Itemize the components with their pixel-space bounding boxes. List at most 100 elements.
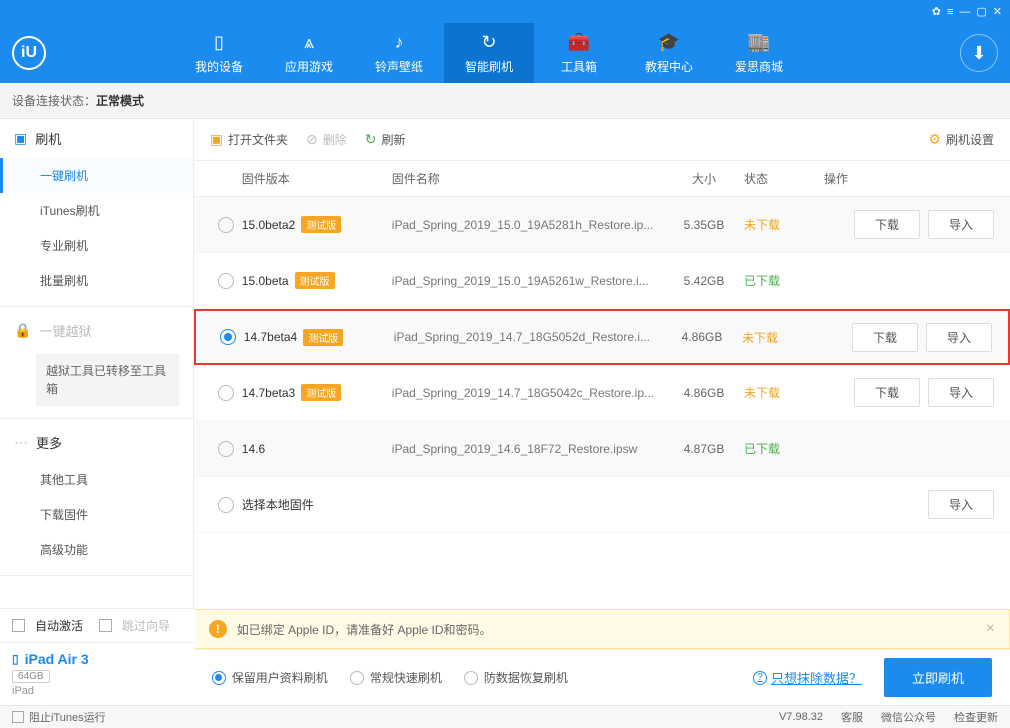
sidebar-item-oneclick-flash[interactable]: 一键刷机 <box>0 158 193 193</box>
download-button[interactable]: 下载 <box>854 210 920 239</box>
opt-keep-data[interactable]: 保留用户资料刷机 <box>212 669 328 686</box>
col-size: 大小 <box>664 170 744 187</box>
nav-ringtone-wallpaper[interactable]: ♪铃声壁纸 <box>354 23 444 83</box>
nav-store[interactable]: 🏬爱思商城 <box>714 23 804 83</box>
sidebar-item-download-firmware[interactable]: 下载固件 <box>0 497 193 532</box>
local-firmware-label: 选择本地固件 <box>242 496 664 513</box>
nav-my-device[interactable]: ▯我的设备 <box>174 23 264 83</box>
firmware-actions: 下载导入 <box>824 210 994 239</box>
sidebar-item-pro-flash[interactable]: 专业刷机 <box>0 228 193 263</box>
flash-icon: ▣ <box>14 130 27 147</box>
import-button[interactable]: 导入 <box>928 378 994 407</box>
device-icon: ▯ <box>208 32 230 54</box>
firmware-version: 15.0beta2测试版 <box>242 216 392 233</box>
check-update-link[interactable]: 检查更新 <box>954 709 998 725</box>
titlebar-close-icon[interactable]: ✕ <box>993 5 1002 18</box>
wechat-link[interactable]: 微信公众号 <box>881 709 936 725</box>
col-action: 操作 <box>824 170 994 187</box>
titlebar-maximize-icon[interactable]: ▢ <box>976 5 986 18</box>
status-label: 设备连接状态： <box>12 92 96 109</box>
refresh-button[interactable]: ↻刷新 <box>365 131 406 148</box>
alert-close-icon[interactable]: × <box>986 620 995 638</box>
firmware-name: iPad_Spring_2019_15.0_19A5281h_Restore.i… <box>392 218 664 232</box>
firmware-name: iPad_Spring_2019_14.7_18G5052d_Restore.i… <box>394 330 662 344</box>
titlebar-menu-icon[interactable]: ≡ <box>947 6 953 18</box>
titlebar-gift-icon[interactable]: ✿ <box>932 5 941 18</box>
firmware-status: 未下载 <box>742 329 822 346</box>
firmware-actions: 下载导入 <box>824 378 994 407</box>
refresh-icon: ↻ <box>365 131 377 148</box>
firmware-row[interactable]: 14.7beta4测试版iPad_Spring_2019_14.7_18G505… <box>194 309 1010 365</box>
opt-normal-flash[interactable]: 常规快速刷机 <box>350 669 442 686</box>
gear-icon: ⚙ <box>928 131 941 148</box>
firmware-status: 未下载 <box>744 216 824 233</box>
firmware-row[interactable]: 14.6iPad_Spring_2019_14.6_18F72_Restore.… <box>194 421 1010 477</box>
delete-button[interactable]: ⊘删除 <box>306 131 347 148</box>
firmware-name: iPad_Spring_2019_14.6_18F72_Restore.ipsw <box>392 442 664 456</box>
apps-icon: ⩓ <box>298 32 320 54</box>
music-icon: ♪ <box>388 32 410 54</box>
content: ▣打开文件夹 ⊘删除 ↻刷新 ⚙刷机设置 固件版本 固件名称 大小 状态 操作 … <box>194 119 1010 705</box>
firmware-status: 已下载 <box>744 440 824 457</box>
sidebar-head-flash[interactable]: ▣刷机 <box>0 119 193 158</box>
tablet-icon: ▯ <box>12 652 19 666</box>
nav-apps-games[interactable]: ⩓应用游戏 <box>264 23 354 83</box>
sidebar-head-more[interactable]: ⋯更多 <box>0 423 193 462</box>
nav-tutorials[interactable]: 🎓教程中心 <box>624 23 714 83</box>
nav-smart-flash[interactable]: ↻智能刷机 <box>444 23 534 83</box>
radio-icon[interactable] <box>218 497 234 513</box>
radio-icon <box>464 671 478 685</box>
firmware-version: 14.7beta3测试版 <box>242 384 392 401</box>
warning-icon: ! <box>209 620 227 638</box>
titlebar-minimize-icon[interactable]: — <box>959 6 970 18</box>
firmware-status: 已下载 <box>744 272 824 289</box>
sidebar-jailbreak-note: 越狱工具已转移至工具箱 <box>36 354 179 406</box>
firmware-name: iPad_Spring_2019_14.7_18G5042c_Restore.i… <box>392 386 664 400</box>
firmware-status: 未下载 <box>744 384 824 401</box>
import-button[interactable]: 导入 <box>928 490 994 519</box>
radio-icon[interactable] <box>220 329 236 345</box>
firmware-size: 4.87GB <box>664 442 744 456</box>
block-itunes-checkbox[interactable] <box>12 711 24 723</box>
erase-data-link[interactable]: ?只想抹除数据？ <box>753 668 862 687</box>
local-firmware-row[interactable]: 选择本地固件 导入 <box>194 477 1010 533</box>
firmware-size: 5.35GB <box>664 218 744 232</box>
sidebar-item-batch-flash[interactable]: 批量刷机 <box>0 263 193 298</box>
sidebar-item-itunes-flash[interactable]: iTunes刷机 <box>0 193 193 228</box>
apple-id-alert: ! 如已绑定 Apple ID，请准备好 Apple ID和密码。 × <box>194 609 1010 649</box>
titlebar: ✿ ≡ — ▢ ✕ <box>0 0 1010 23</box>
radio-icon[interactable] <box>218 273 234 289</box>
customer-service-link[interactable]: 客服 <box>841 709 863 725</box>
import-button[interactable]: 导入 <box>926 323 992 352</box>
open-folder-button[interactable]: ▣打开文件夹 <box>210 131 288 148</box>
footer: 阻止iTunes运行 V7.98.32 客服 微信公众号 检查更新 <box>0 705 1010 728</box>
import-button[interactable]: 导入 <box>928 210 994 239</box>
firmware-row[interactable]: 15.0beta2测试版iPad_Spring_2019_15.0_19A528… <box>194 197 1010 253</box>
skip-guide-checkbox[interactable] <box>99 619 112 632</box>
download-circle-icon[interactable]: ⬇ <box>960 34 998 72</box>
nav: ▯我的设备 ⩓应用游戏 ♪铃声壁纸 ↻智能刷机 🧰工具箱 🎓教程中心 🏬爱思商城 <box>174 23 950 83</box>
nav-toolbox[interactable]: 🧰工具箱 <box>534 23 624 83</box>
sidebar-item-other-tools[interactable]: 其他工具 <box>0 462 193 497</box>
opt-anti-recovery[interactable]: 防数据恢复刷机 <box>464 669 568 686</box>
device-info[interactable]: ▯iPad Air 3 64GB iPad <box>0 642 195 705</box>
firmware-version: 15.0beta测试版 <box>242 272 392 289</box>
header: iU 爱思助手 www.i4.cn ▯我的设备 ⩓应用游戏 ♪铃声壁纸 ↻智能刷… <box>0 23 1010 83</box>
lock-icon: 🔒 <box>14 322 31 339</box>
refresh-icon: ↻ <box>478 32 500 54</box>
firmware-size: 5.42GB <box>664 274 744 288</box>
download-button[interactable]: 下载 <box>854 378 920 407</box>
flash-settings-button[interactable]: ⚙刷机设置 <box>928 131 994 148</box>
radio-icon[interactable] <box>218 385 234 401</box>
download-button[interactable]: 下载 <box>852 323 918 352</box>
flash-options: 保留用户资料刷机 常规快速刷机 防数据恢复刷机 ?只想抹除数据？ 立即刷机 <box>194 649 1010 705</box>
radio-icon[interactable] <box>218 441 234 457</box>
firmware-row[interactable]: 14.7beta3测试版iPad_Spring_2019_14.7_18G504… <box>194 365 1010 421</box>
auto-activate-checkbox[interactable] <box>12 619 25 632</box>
firmware-row[interactable]: 15.0beta测试版iPad_Spring_2019_15.0_19A5261… <box>194 253 1010 309</box>
flash-now-button[interactable]: 立即刷机 <box>884 658 992 697</box>
radio-icon[interactable] <box>218 217 234 233</box>
logo-icon: iU <box>12 36 46 70</box>
sidebar-item-advanced[interactable]: 高级功能 <box>0 532 193 567</box>
col-version: 固件版本 <box>242 170 392 187</box>
